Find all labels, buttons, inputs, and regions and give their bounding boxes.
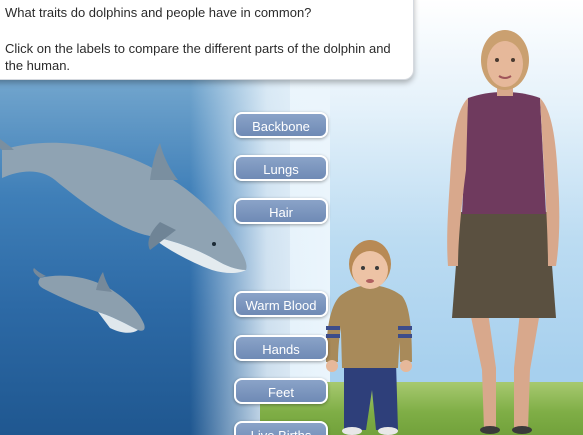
small-dolphin xyxy=(33,268,145,333)
instruction-text: Click on the labels to compare the diffe… xyxy=(5,41,391,73)
child-figure xyxy=(326,240,412,435)
large-dolphin xyxy=(0,138,247,273)
label-button-warm-blood[interactable]: Warm Blood xyxy=(234,291,328,317)
label-button-hair[interactable]: Hair xyxy=(234,198,328,224)
woman-figure xyxy=(447,30,560,434)
label-button-lungs[interactable]: Lungs xyxy=(234,155,328,181)
question-panel: What traits do dolphins and people have … xyxy=(0,0,414,80)
label-button-backbone[interactable]: Backbone xyxy=(234,112,328,138)
illustration-scene: What traits do dolphins and people have … xyxy=(0,0,583,435)
label-button-live-births[interactable]: Live Births xyxy=(234,421,328,435)
label-button-feet[interactable]: Feet xyxy=(234,378,328,404)
question-text: What traits do dolphins and people have … xyxy=(5,5,312,20)
label-button-hands[interactable]: Hands xyxy=(234,335,328,361)
